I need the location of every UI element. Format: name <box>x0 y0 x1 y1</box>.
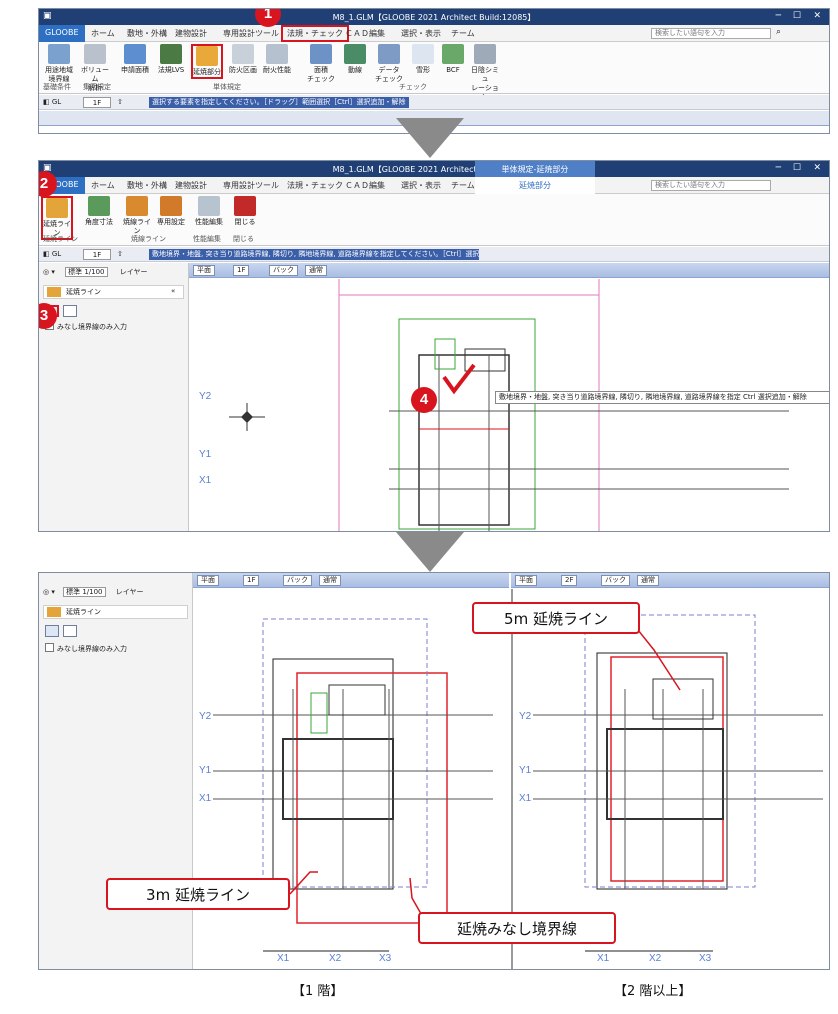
caption-first-floor: 【1 階】 <box>292 984 344 999</box>
callout-deemed-boundary: 延焼みなし境界線 <box>418 912 616 944</box>
callout-leaders <box>289 629 681 927</box>
callout-5m-fire-line: 5m 延焼ライン <box>472 602 640 634</box>
callout-3m-fire-line: 3m 延焼ライン <box>106 878 290 910</box>
caption-upper-floors: 【2 階以上】 <box>614 984 692 999</box>
